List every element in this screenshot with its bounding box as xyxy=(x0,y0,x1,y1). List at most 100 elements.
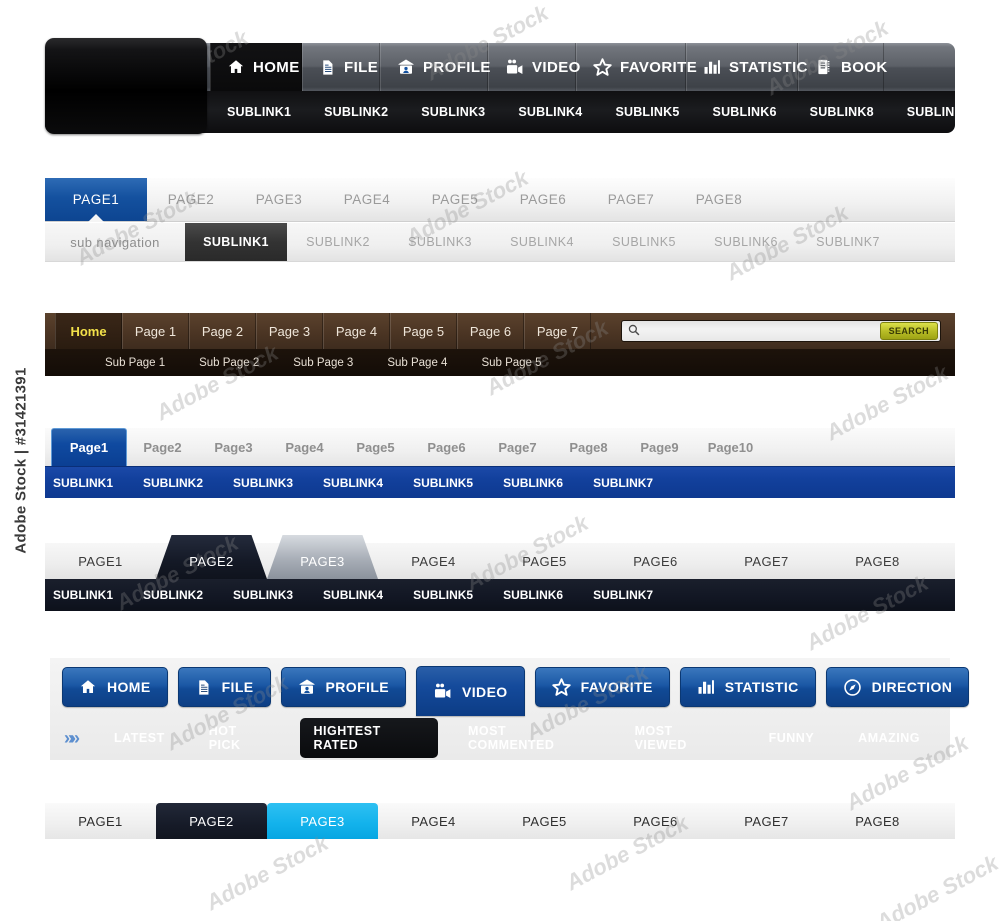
nav1-sublink[interactable]: SUBLINK2 xyxy=(324,105,388,119)
nav7-sublink[interactable]: SUBLINK6 xyxy=(503,849,563,863)
nav1-sublink[interactable]: SUBLINK8 xyxy=(810,105,874,119)
nav5-tab-page1[interactable]: PAGE1 xyxy=(45,535,156,579)
nav2-tab-page8[interactable]: PAGE8 xyxy=(675,178,763,221)
nav7-tab-page3[interactable]: PAGE3 xyxy=(267,803,378,839)
nav6-sublink-most-viewed[interactable]: MOST VIEWED xyxy=(621,718,739,758)
nav5-sublink[interactable]: SUBLINK1 xyxy=(53,588,113,602)
search-button[interactable]: SEARCH xyxy=(879,322,938,340)
nav7-sublink[interactable]: SUBLINK5 xyxy=(413,849,473,863)
nav2-tab-page7[interactable]: PAGE7 xyxy=(587,178,675,221)
nav5-tab-page6[interactable]: PAGE6 xyxy=(600,535,711,579)
nav3-tab-page-5[interactable]: Page 5 xyxy=(390,313,457,349)
nav1-item-video[interactable]: VIDEO xyxy=(488,43,580,91)
nav3-tab-page-7[interactable]: Page 7 xyxy=(524,313,591,349)
nav7-tab-page8[interactable]: PAGE8 xyxy=(822,803,933,839)
nav5-tab-page2[interactable]: PAGE2 xyxy=(156,535,267,579)
nav4-sublink[interactable]: SUBLINK3 xyxy=(233,476,293,490)
nav3-sublink[interactable]: Sub Page 2 xyxy=(199,357,259,369)
nav1-item-profile[interactable]: PROFILE xyxy=(380,43,490,91)
nav2-sublink-sublink2[interactable]: SUBLINK2 xyxy=(287,223,389,261)
nav5-sublink[interactable]: SUBLINK3 xyxy=(233,588,293,602)
nav1-sublink[interactable]: SUBLINK5 xyxy=(615,105,679,119)
nav5-sublink[interactable]: SUBLINK6 xyxy=(503,588,563,602)
nav6-sublink-hot-pick[interactable]: HOT PICK xyxy=(195,718,284,758)
nav4-sublink[interactable]: SUBLINK7 xyxy=(593,476,653,490)
nav2-tab-page1[interactable]: PAGE1 xyxy=(45,178,147,222)
nav3-sublink[interactable]: Sub Page 4 xyxy=(387,357,447,369)
nav5-tab-page8[interactable]: PAGE8 xyxy=(822,535,933,579)
nav5-sublink[interactable]: SUBLINK2 xyxy=(143,588,203,602)
nav4-tab-page2[interactable]: Page2 xyxy=(127,428,198,466)
nav5-tab-page3[interactable]: PAGE3 xyxy=(267,535,378,579)
nav5-sublink[interactable]: SUBLINK5 xyxy=(413,588,473,602)
nav6-sublink-amazing[interactable]: AMAZING xyxy=(844,725,934,751)
nav4-sublink[interactable]: SUBLINK6 xyxy=(503,476,563,490)
nav5-tab-page4[interactable]: PAGE4 xyxy=(378,535,489,579)
nav7-sublink[interactable]: SUBLINK2 xyxy=(143,849,203,863)
nav3-tab-page-2[interactable]: Page 2 xyxy=(189,313,256,349)
nav4-tab-page4[interactable]: Page4 xyxy=(269,428,340,466)
nav5-sublink[interactable]: SUBLINK4 xyxy=(323,588,383,602)
nav2-sublink-sublink4[interactable]: SUBLINK4 xyxy=(491,223,593,261)
nav5-sublink[interactable]: SUBLINK7 xyxy=(593,588,653,602)
nav6-button-direction[interactable]: DIRECTION xyxy=(825,667,970,707)
nav1-item-home[interactable]: HOME xyxy=(210,43,302,91)
nav5-tab-page7[interactable]: PAGE7 xyxy=(711,535,822,579)
nav1-sublink[interactable]: SUBLINK1 xyxy=(227,105,291,119)
nav2-tab-page3[interactable]: PAGE3 xyxy=(235,178,323,221)
nav4-sublink[interactable]: SUBLINK5 xyxy=(413,476,473,490)
nav7-sublink[interactable]: SUBLINK1 xyxy=(53,849,113,863)
nav4-tab-page3[interactable]: Page3 xyxy=(198,428,269,466)
nav1-item-favorite[interactable]: FAVORITE xyxy=(576,43,697,91)
nav6-sublink-latest[interactable]: LATEST xyxy=(100,725,179,751)
nav3-tab-page-3[interactable]: Page 3 xyxy=(256,313,323,349)
nav3-sublink[interactable]: Sub Page 1 xyxy=(105,357,165,369)
nav6-sublink-hightest-rated[interactable]: HIGHTEST RATED xyxy=(299,718,438,758)
nav2-sublink-sublink6[interactable]: SUBLINK6 xyxy=(695,223,797,261)
search-input[interactable] xyxy=(646,325,880,337)
nav4-tab-page7[interactable]: Page7 xyxy=(482,428,553,466)
nav4-tab-page6[interactable]: Page6 xyxy=(411,428,482,466)
nav2-tab-page2[interactable]: PAGE2 xyxy=(147,178,235,221)
nav4-sublink[interactable]: SUBLINK1 xyxy=(53,476,113,490)
nav2-tab-page4[interactable]: PAGE4 xyxy=(323,178,411,221)
nav7-sublink[interactable]: SUBLINK4 xyxy=(323,849,383,863)
nav6-button-home[interactable]: HOME xyxy=(62,667,168,707)
nav1-sublink[interactable]: SUBLINK6 xyxy=(713,105,777,119)
nav2-sublink-sublink7[interactable]: SUBLINK7 xyxy=(797,223,899,261)
nav4-sublink[interactable]: SUBLINK2 xyxy=(143,476,203,490)
nav7-tab-page6[interactable]: PAGE6 xyxy=(600,803,711,839)
nav6-button-profile[interactable]: PROFILE xyxy=(280,667,407,707)
nav6-button-video[interactable]: VIDEO xyxy=(416,666,525,716)
nav3-sublink[interactable]: Sub Page 5 xyxy=(481,357,541,369)
nav6-button-file[interactable]: FILE xyxy=(177,667,271,707)
nav6-button-statistic[interactable]: STATISTIC xyxy=(679,667,816,707)
nav1-item-book[interactable]: BOOK xyxy=(798,43,887,91)
nav7-sublink[interactable]: SUBLINK7 xyxy=(593,849,653,863)
nav7-tab-page2[interactable]: PAGE2 xyxy=(156,803,267,839)
nav7-tab-page1[interactable]: PAGE1 xyxy=(45,803,156,839)
nav7-tab-page4[interactable]: PAGE4 xyxy=(378,803,489,839)
search-box[interactable]: SEARCH xyxy=(621,320,941,342)
nav1-item-statistic[interactable]: STATISTIC xyxy=(686,43,807,91)
nav7-tab-page7[interactable]: PAGE7 xyxy=(711,803,822,839)
nav1-item-file[interactable]: FILE xyxy=(302,43,380,91)
nav4-sublink[interactable]: SUBLINK4 xyxy=(323,476,383,490)
nav4-tab-page1[interactable]: Page1 xyxy=(51,428,127,466)
nav7-tab-page5[interactable]: PAGE5 xyxy=(489,803,600,839)
nav4-tab-page5[interactable]: Page5 xyxy=(340,428,411,466)
nav2-sublink-sublink3[interactable]: SUBLINK3 xyxy=(389,223,491,261)
nav1-sublink[interactable]: SUBLINK4 xyxy=(518,105,582,119)
nav3-sublink[interactable]: Sub Page 3 xyxy=(293,357,353,369)
nav6-sublink-most-commented[interactable]: MOST COMMENTED xyxy=(454,718,605,758)
nav7-sublink[interactable]: SUBLINK3 xyxy=(233,849,293,863)
nav4-tab-page9[interactable]: Page9 xyxy=(624,428,695,466)
nav3-tab-page-4[interactable]: Page 4 xyxy=(323,313,390,349)
nav5-tab-page5[interactable]: PAGE5 xyxy=(489,535,600,579)
nav6-button-favorite[interactable]: FAVORITE xyxy=(534,667,670,707)
nav3-tab-home[interactable]: Home xyxy=(55,313,122,349)
nav3-tab-page-1[interactable]: Page 1 xyxy=(122,313,189,349)
nav2-sublink-sublink1[interactable]: SUBLINK1 xyxy=(185,223,287,261)
nav1-sublink[interactable]: SUBLINK9 xyxy=(907,105,971,119)
nav1-sublink[interactable]: SUBLINK3 xyxy=(421,105,485,119)
